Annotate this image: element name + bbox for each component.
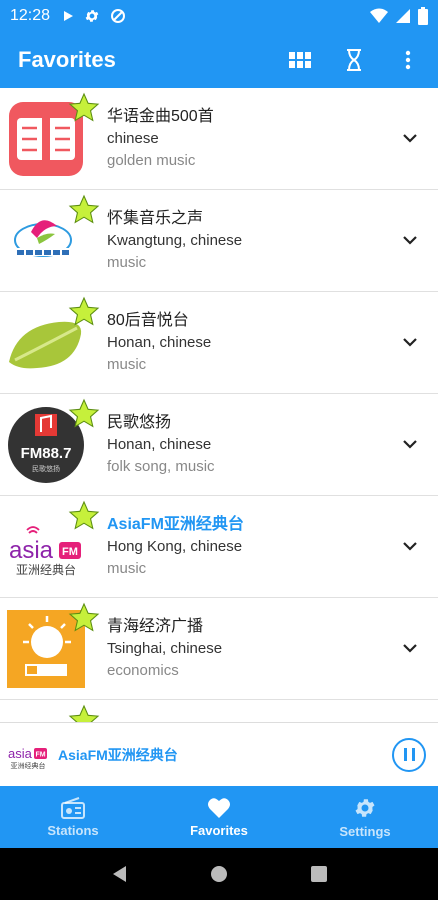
- station-row[interactable]: 怀集音乐之声 Kwangtung, chinese music: [0, 190, 438, 292]
- bottom-navigation: Stations Favorites Settings: [0, 786, 438, 848]
- station-region: Hong Kong, chinese: [107, 538, 243, 555]
- station-name: 青海经济广播: [107, 618, 204, 635]
- station-row[interactable]: 华语金曲500首 chinese golden music: [0, 88, 438, 190]
- station-row[interactable]: FM88.7 民歌悠扬 民歌悠扬 Honan, chinese folk son…: [0, 394, 438, 496]
- station-region: Honan, chinese: [107, 334, 212, 351]
- chevron-down-icon[interactable]: [400, 128, 420, 148]
- recents-icon[interactable]: [310, 866, 327, 882]
- status-bar: 12:28: [0, 0, 438, 32]
- logo-subtext: 亚洲经典台: [11, 761, 46, 769]
- timer-icon: [347, 49, 361, 71]
- favorites-list: 华语金曲500首 chinese golden music 怀集音乐之声 Kwa…: [0, 88, 438, 722]
- pause-button[interactable]: [392, 737, 426, 772]
- tab-settings[interactable]: Settings: [292, 786, 438, 848]
- tab-stations[interactable]: Stations: [0, 786, 146, 848]
- grid-view-button[interactable]: [288, 48, 312, 72]
- favorite-star-icon[interactable]: [68, 194, 100, 226]
- station-name: 怀集音乐之声: [107, 210, 204, 227]
- home-icon[interactable]: [210, 865, 228, 883]
- cell-signal-icon: [396, 9, 410, 23]
- chevron-down-icon[interactable]: [400, 638, 420, 658]
- station-row[interactable]: 青海经济广播 Tsinghai, chinese economics: [0, 598, 438, 700]
- favorite-star-icon[interactable]: [68, 500, 100, 532]
- favorite-star-icon[interactable]: [68, 398, 100, 430]
- tab-stations-label: Stations: [47, 822, 99, 838]
- tab-favorites[interactable]: Favorites: [146, 786, 292, 848]
- logo-text: asia: [8, 746, 33, 761]
- sleep-timer-button[interactable]: [342, 48, 366, 72]
- chevron-down-icon[interactable]: [400, 536, 420, 556]
- station-tags: music: [107, 560, 147, 577]
- radio-icon: [61, 796, 85, 819]
- chevron-down-icon[interactable]: [400, 332, 420, 352]
- tab-favorites-label: Favorites: [190, 822, 248, 838]
- system-navigation-bar: [0, 848, 438, 900]
- battery-icon: [418, 7, 428, 25]
- chevron-down-icon[interactable]: [400, 434, 420, 454]
- more-vert-icon: [405, 50, 411, 70]
- tab-settings-label: Settings: [339, 823, 391, 839]
- mini-player[interactable]: asia FM 亚洲经典台 AsiaFM亚洲经典台: [0, 722, 438, 786]
- station-region: Kwangtung, chinese: [107, 232, 243, 249]
- app-bar: Favorites: [0, 32, 438, 88]
- station-tags: economics: [107, 662, 179, 679]
- station-tags: music: [107, 356, 147, 373]
- logo-text: asia: [9, 537, 54, 564]
- pause-icon: [403, 748, 407, 761]
- logo-text: FM88.7: [21, 445, 72, 462]
- station-row[interactable]: asia FM 亚洲经典台 AsiaFM亚洲经典台 Hong Kong, chi…: [0, 496, 438, 598]
- now-playing-logo-icon: asia FM 亚洲经典台: [8, 746, 47, 769]
- favorite-star-icon[interactable]: [68, 602, 100, 634]
- chevron-down-icon[interactable]: [400, 230, 420, 250]
- station-name: 华语金曲500首: [107, 108, 214, 125]
- station-name: 80后音悦台: [107, 312, 189, 329]
- favorite-star-icon[interactable]: [68, 92, 100, 124]
- play-notification-icon: [64, 11, 74, 21]
- station-region: Honan, chinese: [107, 436, 212, 453]
- back-icon[interactable]: [111, 865, 127, 883]
- logo-fm-text: FM: [35, 751, 45, 758]
- station-name: AsiaFM亚洲经典台: [107, 516, 244, 533]
- station-row[interactable]: [0, 700, 438, 722]
- data-saver-icon: [111, 9, 126, 23]
- station-tags: golden music: [107, 152, 196, 169]
- favorite-star-icon[interactable]: [68, 704, 100, 722]
- heart-icon: [208, 797, 230, 818]
- favorite-star-icon[interactable]: [68, 296, 100, 328]
- station-region: chinese: [107, 130, 159, 147]
- logo-subtext: 亚洲经典台: [16, 562, 76, 577]
- gear-icon: [355, 798, 375, 817]
- station-tags: folk song, music: [107, 458, 215, 475]
- station-region: Tsinghai, chinese: [107, 640, 223, 657]
- page-title: Favorites: [18, 47, 116, 72]
- station-name: 民歌悠扬: [107, 414, 172, 431]
- more-options-button[interactable]: [396, 48, 420, 72]
- now-playing-station: AsiaFM亚洲经典台: [58, 746, 178, 763]
- wifi-icon: [370, 8, 388, 23]
- logo-subtext: 民歌悠扬: [32, 464, 60, 473]
- station-row[interactable]: 80后音悦台 Honan, chinese music: [0, 292, 438, 394]
- logo-fm-text: FM: [62, 546, 78, 558]
- status-time: 12:28: [10, 7, 51, 24]
- settings-notification-icon: [85, 10, 99, 22]
- pause-icon: [411, 748, 415, 761]
- grid-view-icon: [289, 52, 311, 68]
- station-tags: music: [107, 254, 147, 271]
